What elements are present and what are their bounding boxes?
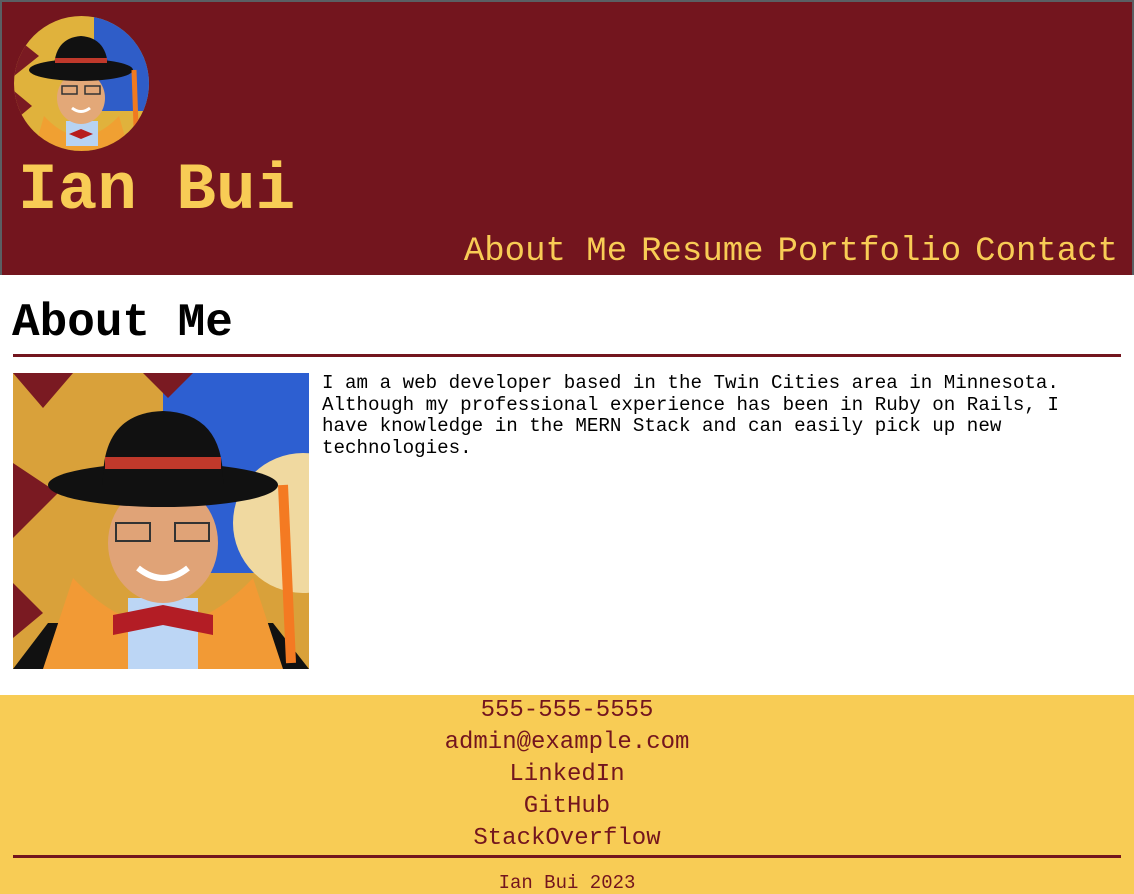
stackoverflow-link[interactable]: StackOverflow — [473, 823, 660, 855]
site-header: Ian Bui About Me Resume Portfolio Contac… — [0, 0, 1134, 275]
profile-photo-image — [13, 373, 309, 669]
section-divider — [13, 354, 1121, 357]
email-link[interactable]: admin@example.com — [445, 727, 690, 759]
copyright-text: Ian Bui 2023 — [498, 872, 636, 894]
site-footer: 555-555-5555 admin@example.com LinkedIn … — [0, 695, 1134, 894]
avatar-photo — [14, 16, 149, 151]
github-link[interactable]: GitHub — [524, 791, 610, 823]
bio-text: I am a web developer based in the Twin C… — [322, 372, 1059, 459]
footer-divider — [13, 855, 1121, 858]
nav-contact[interactable]: Contact — [975, 235, 1118, 269]
nav-about-me[interactable]: About Me — [464, 235, 627, 269]
nav-portfolio[interactable]: Portfolio — [778, 235, 962, 269]
contact-list: 555-555-5555 admin@example.com LinkedIn … — [0, 695, 1134, 855]
main-nav: About Me Resume Portfolio Contact — [464, 235, 1118, 269]
nav-resume[interactable]: Resume — [641, 235, 763, 269]
section-heading: About Me — [12, 297, 233, 349]
linkedin-link[interactable]: LinkedIn — [509, 759, 624, 791]
page: Ian Bui About Me Resume Portfolio Contac… — [0, 0, 1134, 894]
profile-photo — [13, 373, 309, 669]
site-title: Ian Bui — [18, 153, 296, 228]
phone-link[interactable]: 555-555-5555 — [481, 695, 654, 727]
avatar — [14, 16, 149, 151]
